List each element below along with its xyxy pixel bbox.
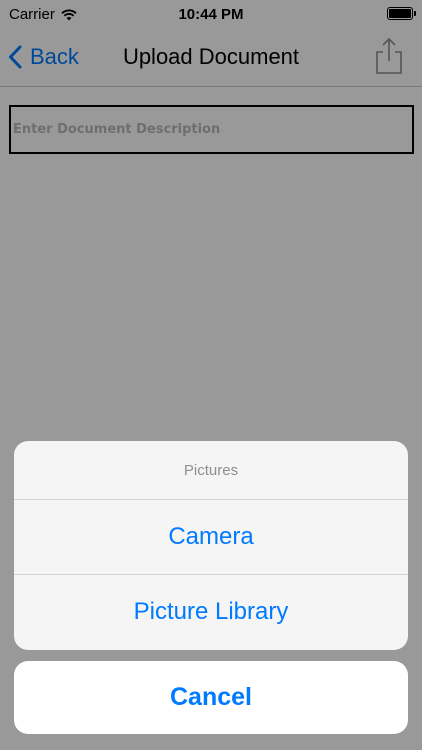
camera-option[interactable]: Camera [14, 499, 408, 574]
action-sheet: Pictures Camera Picture Library [14, 441, 408, 650]
action-sheet-title: Pictures [183, 461, 239, 479]
cancel-button[interactable]: Cancel [14, 661, 408, 734]
picture-library-option[interactable]: Picture Library [14, 574, 408, 649]
